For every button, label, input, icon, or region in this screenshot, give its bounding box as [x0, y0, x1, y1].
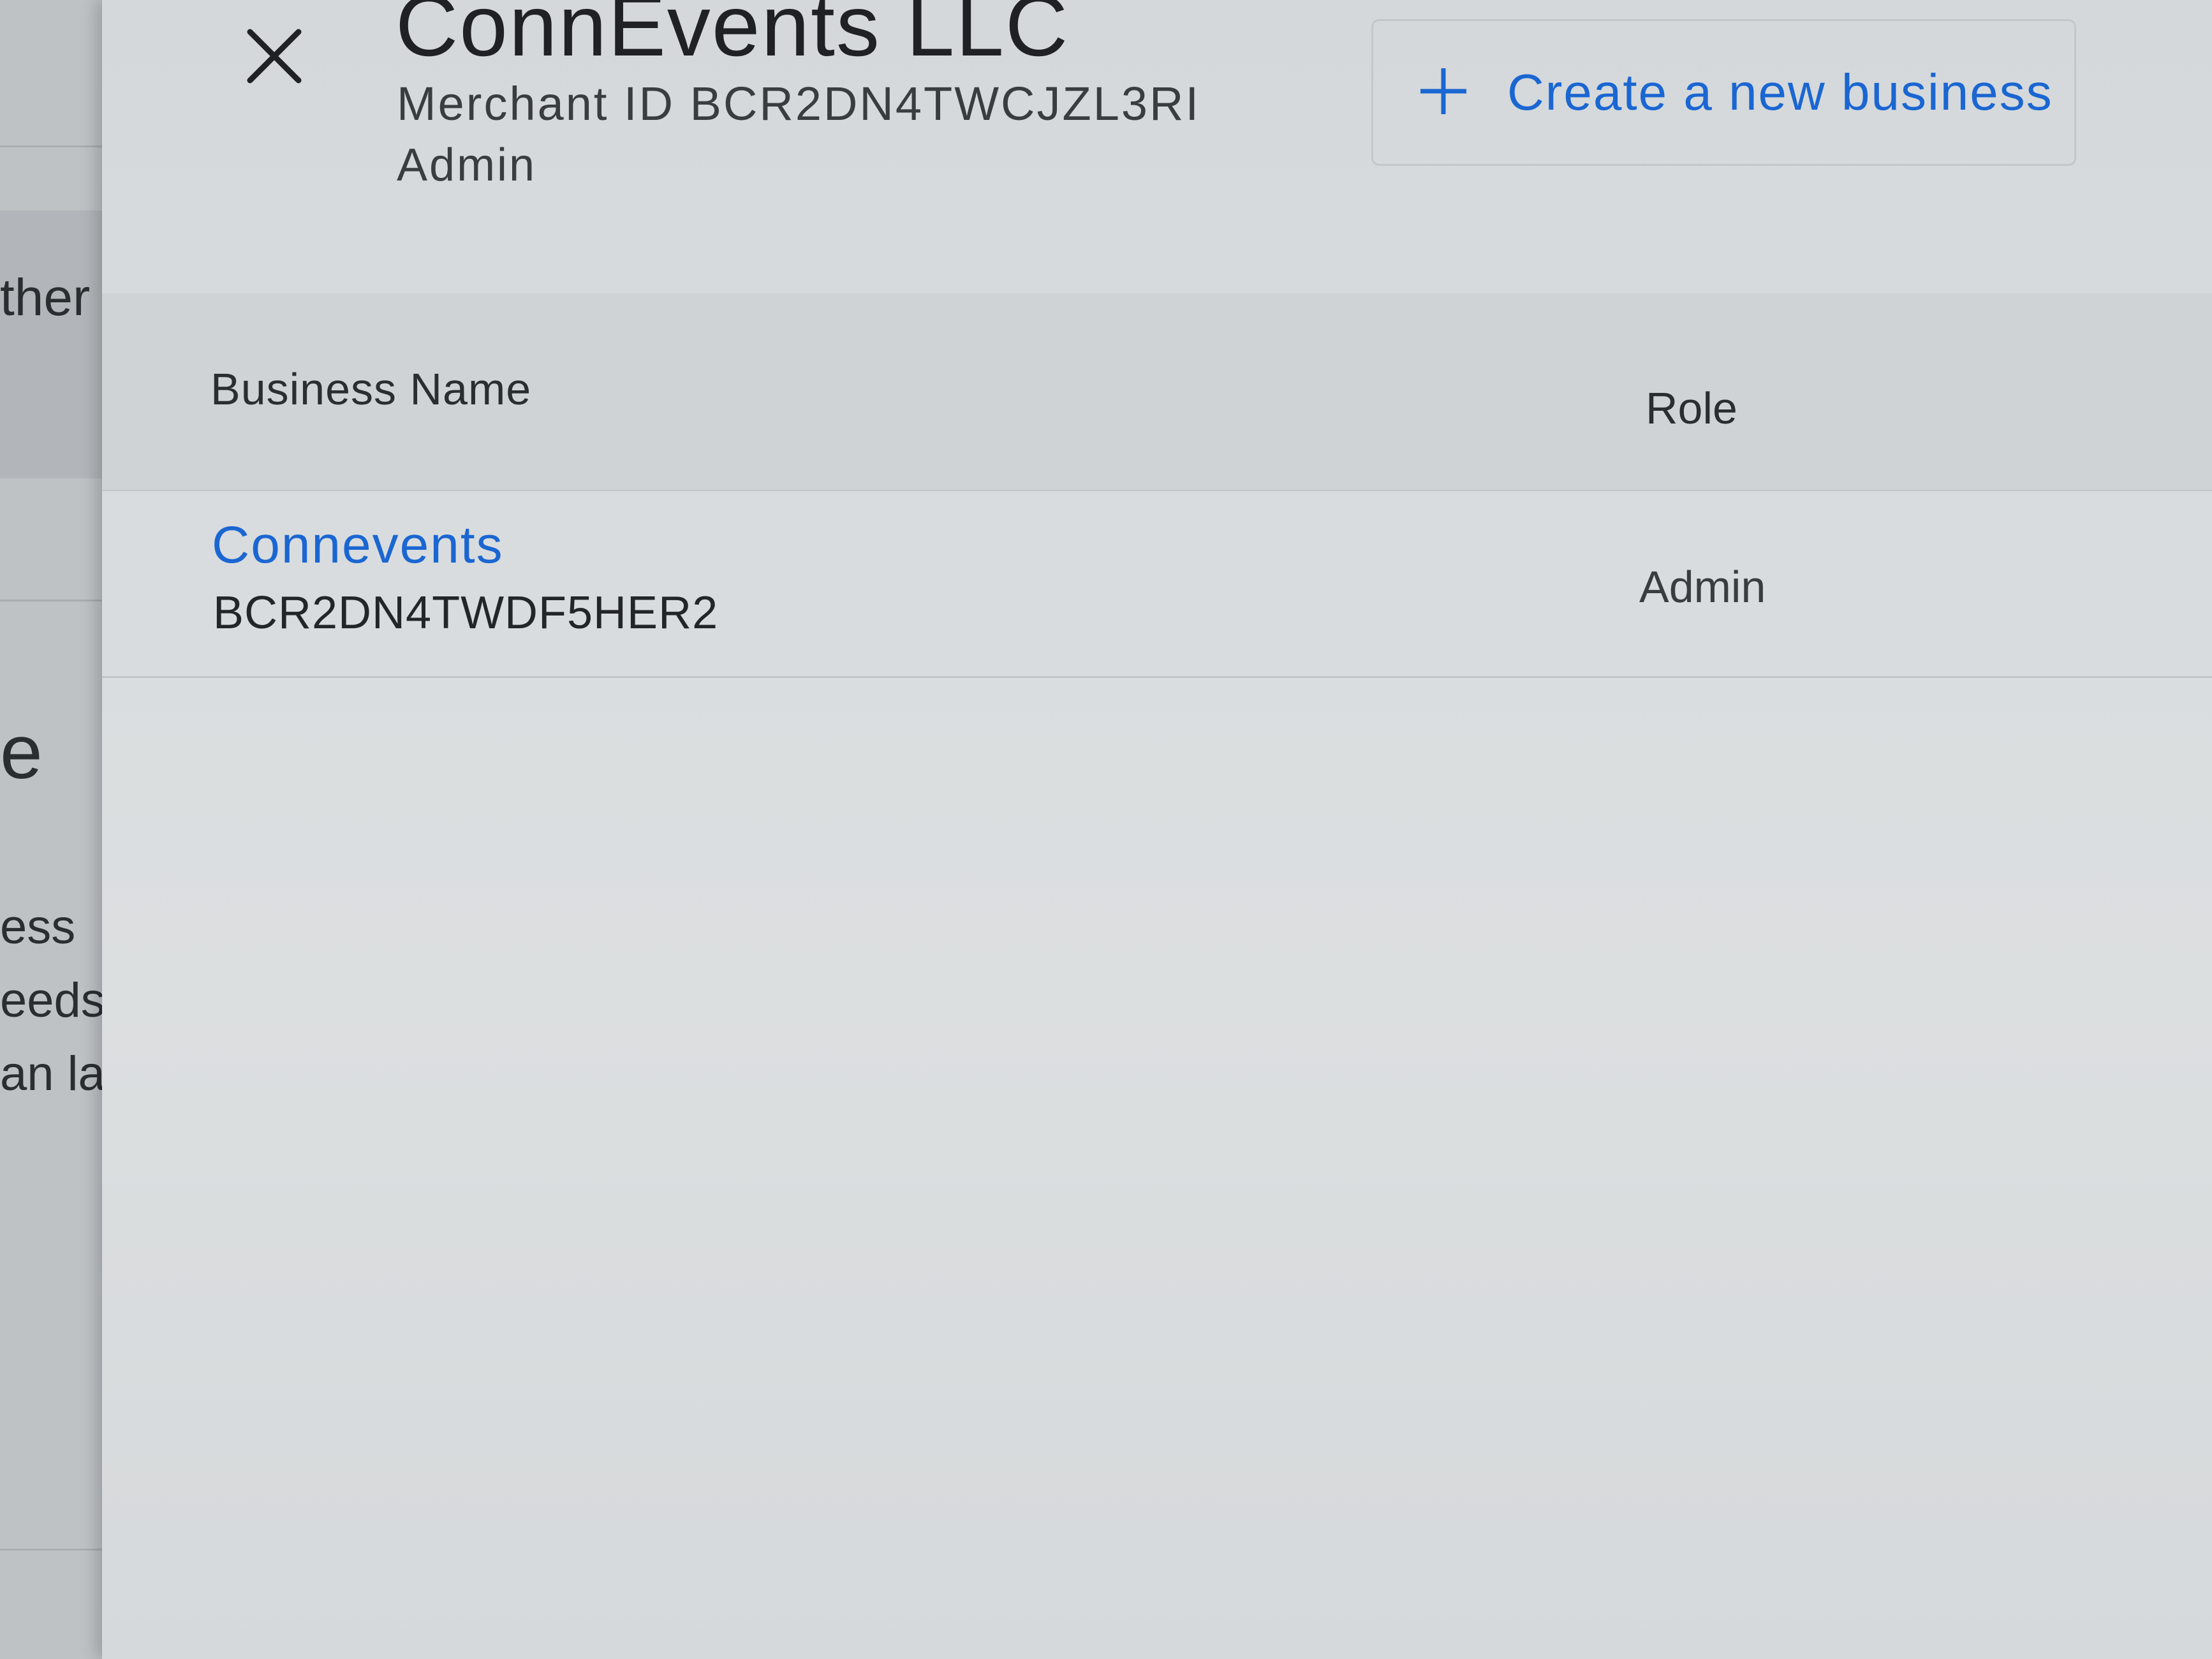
close-button[interactable] [230, 13, 319, 102]
merchant-id: Merchant ID BCR2DN4TWCJZL3RI [397, 77, 1201, 130]
create-new-business-button[interactable]: Create a new business [1371, 19, 2076, 166]
column-header-business-name: Business Name [210, 364, 532, 414]
business-id: BCR2DN4TWDF5HER2 [213, 587, 719, 638]
background-text-fragment: ther [0, 269, 91, 327]
business-name-link[interactable]: Connevents [212, 515, 504, 575]
plus-icon [1418, 66, 1469, 120]
account-title: ConnEvents LLC [395, 0, 1070, 74]
business-role: Admin [1639, 562, 1766, 612]
row-divider [102, 676, 2212, 678]
create-new-business-label: Create a new business [1507, 64, 2053, 121]
background-heading-fragment: e [0, 709, 43, 795]
table-row[interactable]: Connevents BCR2DN4TWDF5HER2 Admin [102, 491, 2212, 676]
close-icon [244, 26, 305, 90]
table-header: Business Name Role [102, 293, 2212, 491]
background-text-fragment: ess [0, 900, 76, 954]
screen: ther e ess eeds t an lau ConnEvents LLC … [0, 0, 2212, 1659]
account-role: Admin [397, 140, 537, 191]
business-switcher-drawer: ConnEvents LLC Merchant ID BCR2DN4TWCJZL… [102, 0, 2212, 1659]
column-header-role: Role [1646, 383, 1737, 433]
